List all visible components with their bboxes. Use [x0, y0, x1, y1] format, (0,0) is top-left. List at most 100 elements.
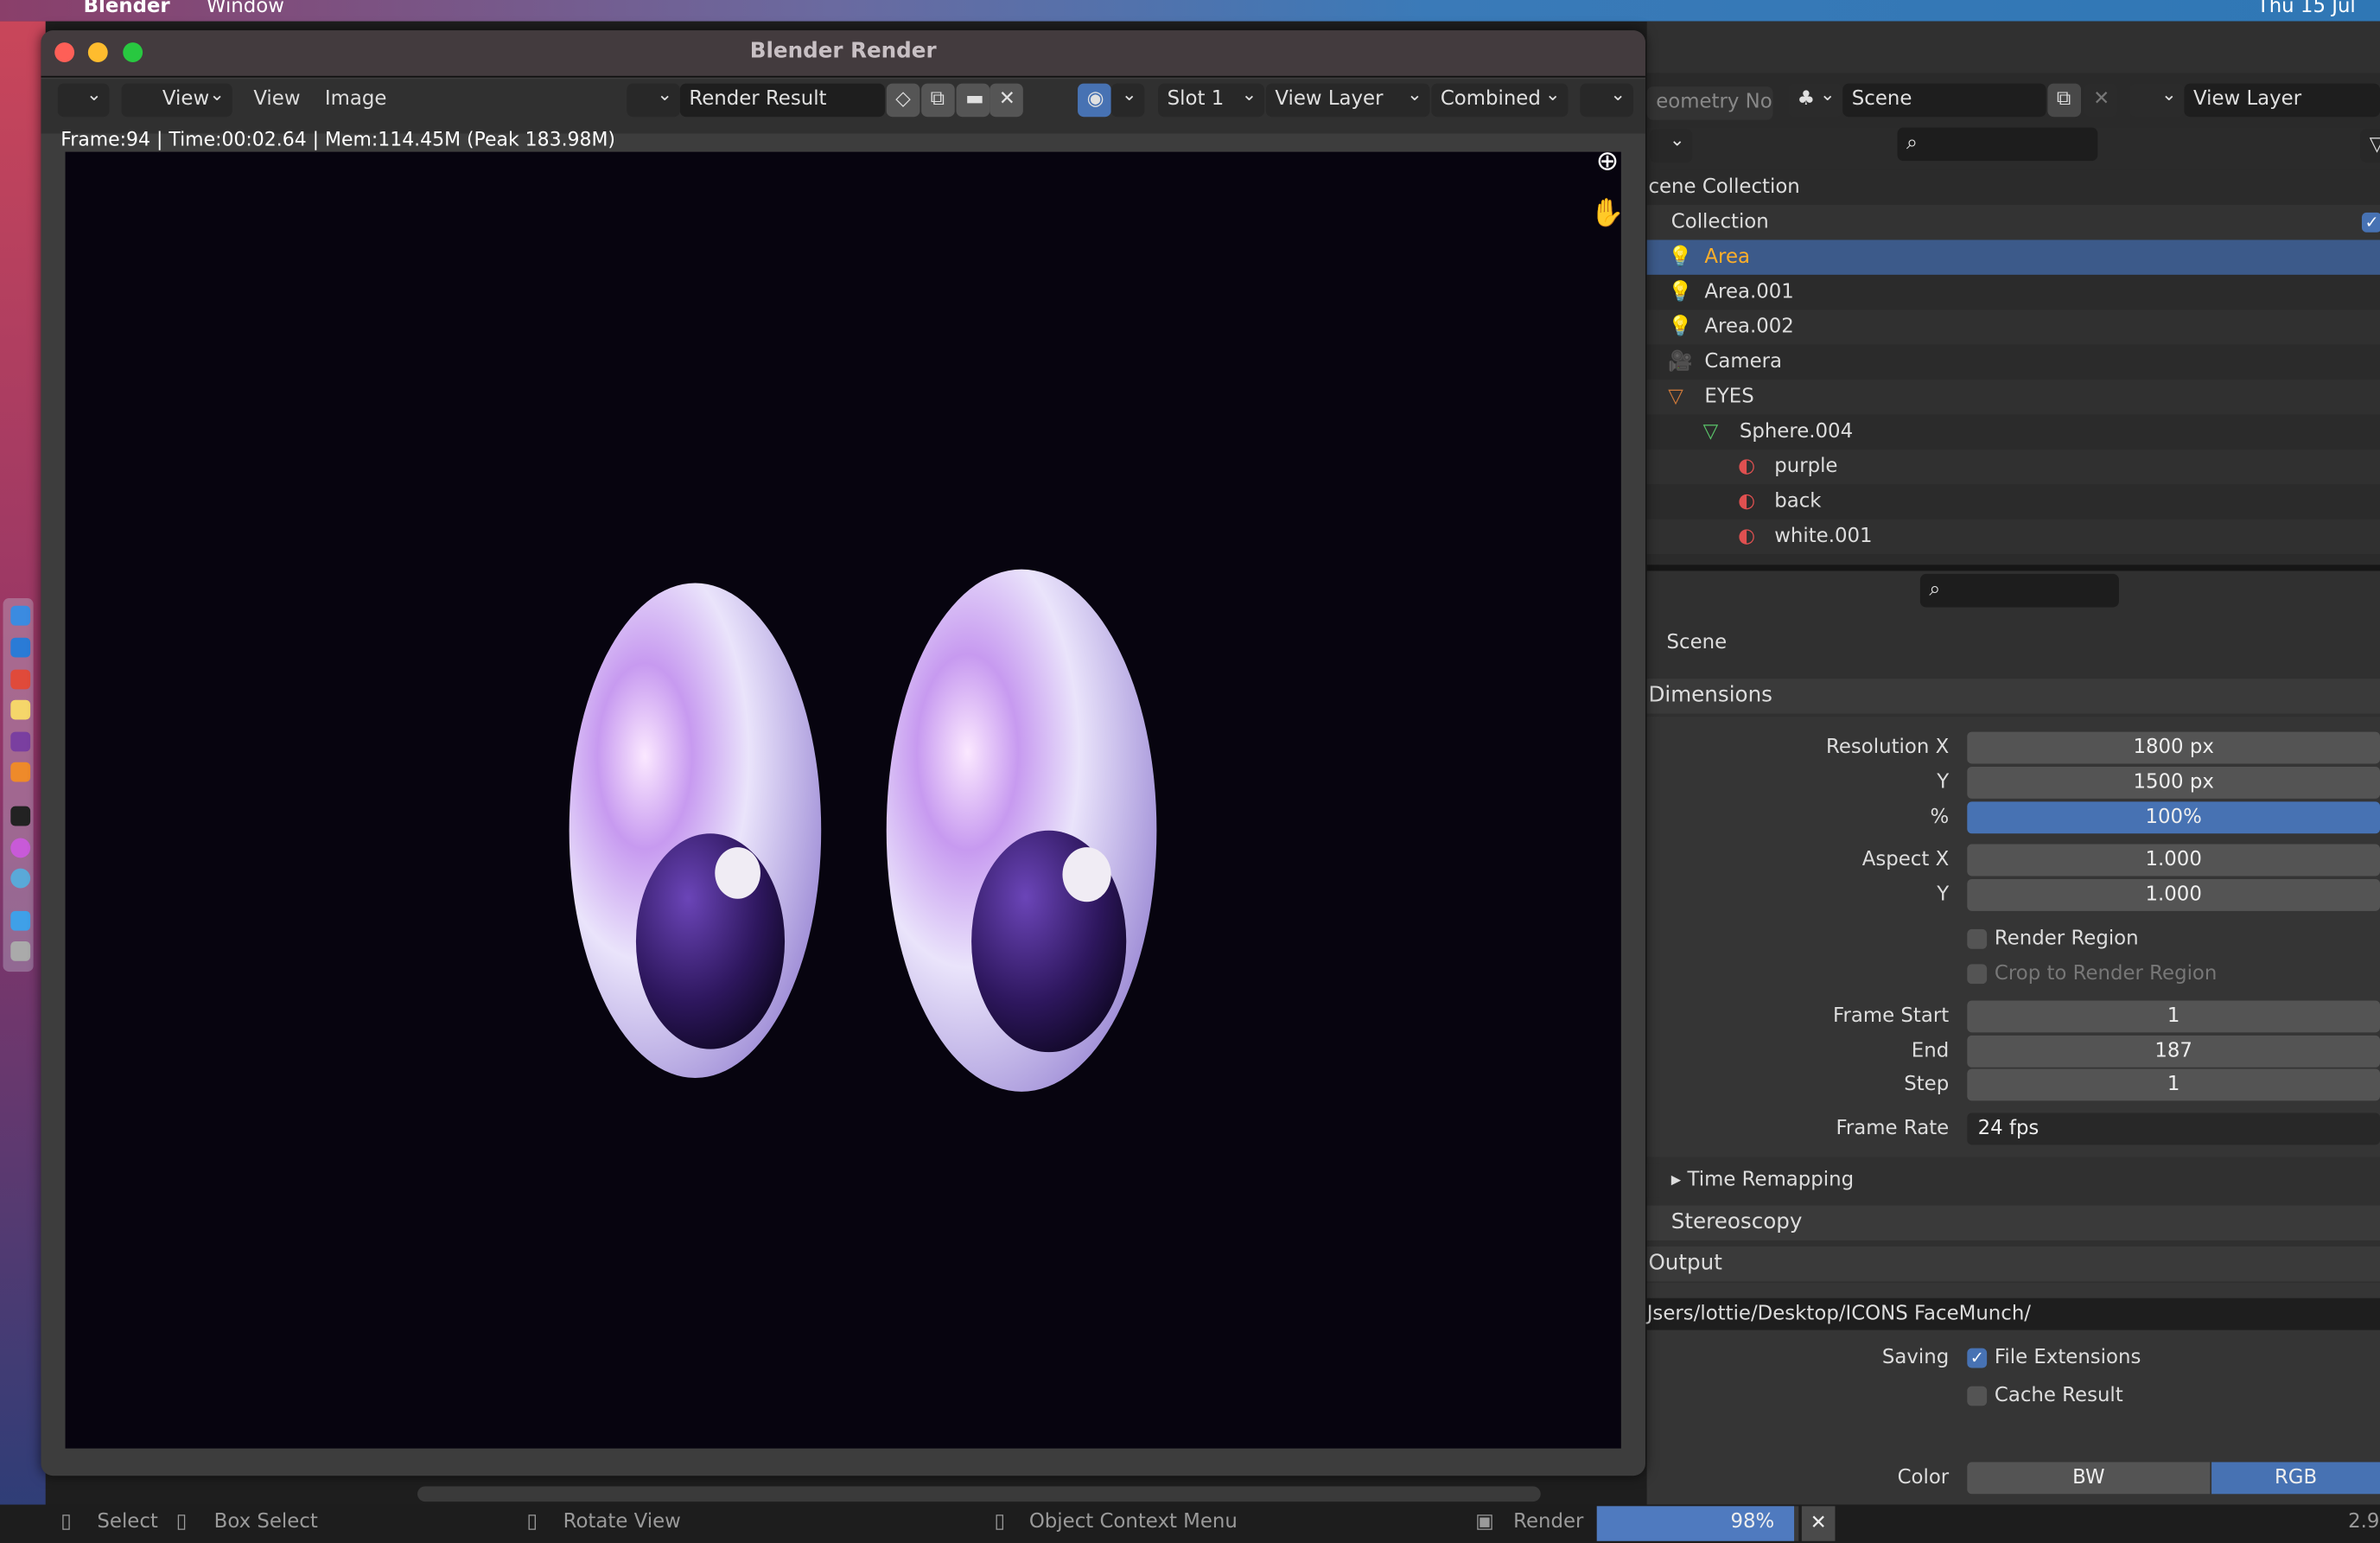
display-mode-dropdown[interactable]: [1580, 78, 1633, 118]
output-panel[interactable]: Output: [1646, 1247, 2380, 1282]
time-remapping-panel[interactable]: ▸ Time Remapping: [1646, 1163, 2380, 1198]
resolution-y-field[interactable]: 1500 px: [1967, 766, 2380, 799]
blender-icon[interactable]: [10, 762, 31, 782]
filter-icon[interactable]: ▽: [2360, 129, 2380, 163]
resolution-percent-slider[interactable]: 100%: [1967, 801, 2380, 834]
horizontal-scrollbar[interactable]: [417, 1486, 1541, 1502]
frame-rate-dropdown[interactable]: 24 fps: [1967, 1113, 2380, 1145]
image-browse-button[interactable]: [627, 78, 680, 118]
field-label: Aspect X: [1861, 848, 1950, 872]
resolution-x-field[interactable]: 1800 px: [1967, 731, 2380, 764]
outliner-row[interactable]: ▽ EYES: [1646, 379, 2380, 415]
dock: [3, 598, 34, 972]
aspect-y-field[interactable]: 1.000: [1967, 878, 2380, 911]
crop-region-checkbox-row[interactable]: Crop to Render Region: [1647, 957, 2380, 991]
dimensions-panel-header[interactable]: Dimensions: [1646, 679, 2380, 714]
outliner-row[interactable]: 💡 Area: [1646, 239, 2380, 275]
open-image-icon[interactable]: ▬: [956, 83, 990, 118]
mouse-drag-icon: ▯: [175, 1510, 188, 1533]
view-mode-dropdown[interactable]: View: [121, 78, 232, 118]
cache-result-checkbox[interactable]: [1967, 1386, 1988, 1406]
outliner-row[interactable]: ◐ back: [1646, 484, 2380, 520]
outliner-item-label: Sphere.004: [1739, 420, 1854, 443]
chrome-icon[interactable]: [10, 669, 31, 690]
view-layer-field[interactable]: View Layer: [2184, 83, 2380, 118]
frame-end-field[interactable]: 187: [1967, 1035, 2380, 1068]
slot-dropdown[interactable]: Slot 1: [1158, 78, 1265, 118]
slack-icon[interactable]: [10, 731, 31, 752]
finder-icon[interactable]: [10, 605, 31, 626]
collection-label: Collection: [1670, 211, 1769, 234]
stereoscopy-panel[interactable]: Stereoscopy: [1646, 1205, 2380, 1240]
image-name-field[interactable]: Render Result: [679, 83, 885, 118]
zoom-icon[interactable]: ⊕: [1583, 140, 1632, 188]
app-icon[interactable]: [10, 838, 31, 858]
render-viewport[interactable]: [65, 151, 1621, 1449]
frame-step-field[interactable]: 1: [1967, 1068, 2380, 1101]
new-image-icon[interactable]: ⧉: [921, 83, 955, 118]
delete-scene-icon[interactable]: ✕: [2084, 83, 2118, 118]
camera-icon: 🎥: [1668, 350, 1693, 374]
view-layer-browse[interactable]: [2129, 78, 2185, 118]
scene-browse-button[interactable]: ♣: [1788, 78, 1843, 118]
copy-scene-icon[interactable]: ⧉: [2047, 83, 2082, 118]
downloads-icon[interactable]: [10, 910, 31, 931]
collection-row[interactable]: Collection: [1646, 205, 2380, 240]
outliner-row[interactable]: ▽ Sphere.004: [1646, 414, 2380, 450]
outliner-item-label: Area: [1704, 245, 1750, 269]
light-icon: 💡: [1668, 280, 1693, 304]
menu-app[interactable]: Blender: [84, 0, 170, 18]
render-progress-bar: 98%: [1596, 1506, 1799, 1541]
file-extensions-checkbox-row[interactable]: File Extensions: [1647, 1341, 2380, 1375]
cache-result-checkbox-row[interactable]: Cache Result: [1647, 1379, 2380, 1413]
unlink-image-icon[interactable]: ✕: [990, 83, 1023, 118]
scene-field[interactable]: Scene: [1842, 83, 2046, 118]
preview-icon[interactable]: [10, 868, 31, 889]
menu-image[interactable]: Image: [325, 88, 387, 111]
cancel-render-button[interactable]: ✕: [1801, 1506, 1836, 1541]
outliner-row[interactable]: ◐ white.001: [1646, 519, 2380, 555]
vscode-icon[interactable]: [10, 637, 31, 658]
material-icon: ◐: [1738, 455, 1756, 479]
properties-search[interactable]: ⌕: [1919, 573, 2119, 608]
render-slot-icon[interactable]: ◉: [1078, 83, 1111, 118]
render-region-checkbox[interactable]: [1967, 928, 1988, 949]
aspect-x-field[interactable]: 1.000: [1967, 844, 2380, 877]
scene-collection-row[interactable]: cene Collection: [1646, 169, 2380, 206]
outliner-row[interactable]: 💡 Area.002: [1646, 309, 2380, 345]
menu-window[interactable]: Window: [207, 0, 284, 18]
workspace-tab[interactable]: eometry Node: [1646, 86, 1773, 120]
crop-region-checkbox[interactable]: [1967, 964, 1988, 985]
outliner-search[interactable]: ⌕: [1897, 127, 2098, 162]
mouse-middle-icon: ▯: [526, 1510, 538, 1533]
outliner-row[interactable]: ◐ purple: [1646, 449, 2380, 485]
outliner-item-label: Camera: [1704, 350, 1783, 374]
trash-icon[interactable]: [10, 940, 31, 961]
file-extensions-checkbox[interactable]: [1967, 1341, 1988, 1375]
hint-select: Select: [97, 1510, 158, 1533]
display-channel-dropdown[interactable]: [1110, 78, 1145, 118]
render-region-checkbox-label: Render Region: [1994, 928, 2139, 951]
frame-start-field[interactable]: 1: [1967, 1000, 2380, 1033]
output-path-field[interactable]: Jsers/lottie/Desktop/ICONS FaceMunch/: [1646, 1298, 2380, 1330]
field-label: End: [1911, 1040, 1950, 1063]
editor-type-button[interactable]: [57, 78, 110, 118]
menu-view[interactable]: View: [253, 88, 300, 111]
notes-icon[interactable]: [10, 699, 31, 720]
pan-hand-icon[interactable]: ✋: [1583, 191, 1632, 239]
outliner-item-label: EYES: [1704, 386, 1754, 409]
render-region-checkbox-row[interactable]: Render Region: [1647, 921, 2380, 956]
outliner-display-mode[interactable]: [1650, 123, 1693, 163]
outliner-row[interactable]: 🎥 Camera: [1646, 344, 2380, 380]
collection-checkbox[interactable]: [2361, 205, 2380, 240]
fake-user-shield-icon[interactable]: ◇: [886, 83, 920, 118]
color-rgb-button[interactable]: RGB: [2211, 1462, 2380, 1495]
cache-result-checkbox-label: Cache Result: [1994, 1384, 2123, 1408]
color-bw-button[interactable]: BW: [1967, 1462, 2211, 1495]
clock[interactable]: Thu 15 Jul: [2257, 0, 2356, 18]
pass-dropdown[interactable]: Combined: [1431, 78, 1569, 118]
terminal-icon[interactable]: [10, 806, 31, 826]
outliner-row[interactable]: 💡 Area.001: [1646, 274, 2380, 310]
layer-dropdown[interactable]: View Layer: [1265, 78, 1430, 118]
render-window: Blender Render Frame:94 | Time:00:02.64 …: [41, 30, 1645, 1476]
